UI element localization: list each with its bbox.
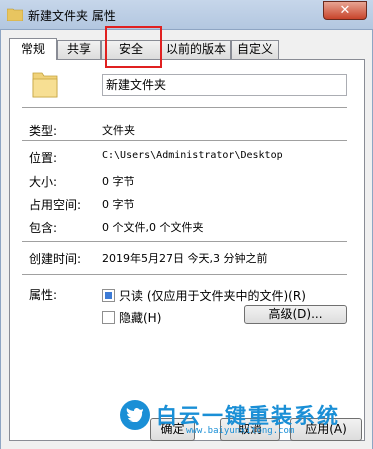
- contains-value: 0 个文件,0 个文件夹: [102, 221, 204, 234]
- folder-name-input[interactable]: 新建文件夹: [102, 74, 347, 96]
- tab-general[interactable]: 常规: [9, 38, 57, 60]
- disk-size-label: 占用空间:: [29, 198, 82, 212]
- size-label: 大小:: [29, 175, 58, 189]
- size-value: 0 字节: [102, 175, 135, 188]
- advanced-button[interactable]: 高级(D)...: [244, 305, 347, 324]
- folder-icon: [32, 72, 58, 98]
- cancel-button[interactable]: 取消: [220, 418, 280, 441]
- window-body: 常规 共享 安全 以前的版本 自定义 新建文件夹 类型: 文件夹 位置: C:\…: [0, 30, 373, 449]
- apply-button[interactable]: 应用(A): [290, 418, 362, 441]
- created-value: 2019年5月27日 今天,3 分钟之前: [102, 252, 268, 265]
- divider: [22, 274, 347, 275]
- folder-icon: [7, 8, 23, 21]
- tab-security[interactable]: 安全: [101, 40, 161, 59]
- ok-button[interactable]: 确定: [150, 418, 195, 441]
- tab-previous-versions[interactable]: 以前的版本: [161, 40, 231, 59]
- hidden-checkbox[interactable]: [102, 311, 115, 324]
- divider: [22, 107, 347, 108]
- created-label: 创建时间:: [29, 252, 82, 266]
- hidden-label: 隐藏(H): [119, 311, 162, 325]
- type-value: 文件夹: [102, 124, 135, 137]
- type-label: 类型:: [29, 124, 58, 138]
- readonly-label: 只读 (仅应用于文件夹中的文件)(R): [119, 289, 306, 303]
- divider: [22, 140, 347, 141]
- tab-sharing[interactable]: 共享: [57, 40, 101, 59]
- contains-label: 包含:: [29, 221, 58, 235]
- readonly-checkbox[interactable]: [102, 289, 115, 302]
- window-title: 新建文件夹 属性: [28, 9, 116, 23]
- attributes-label: 属性:: [29, 288, 58, 302]
- title-bar: 新建文件夹 属性 ✕: [0, 0, 373, 30]
- divider: [22, 241, 347, 242]
- general-panel: 新建文件夹 类型: 文件夹 位置: C:\Users\Administrator…: [9, 59, 365, 441]
- disk-size-value: 0 字节: [102, 198, 135, 211]
- tab-customize[interactable]: 自定义: [231, 40, 279, 59]
- location-label: 位置:: [29, 151, 58, 165]
- close-button[interactable]: ✕: [323, 1, 367, 20]
- location-value: C:\Users\Administrator\Desktop: [102, 150, 283, 161]
